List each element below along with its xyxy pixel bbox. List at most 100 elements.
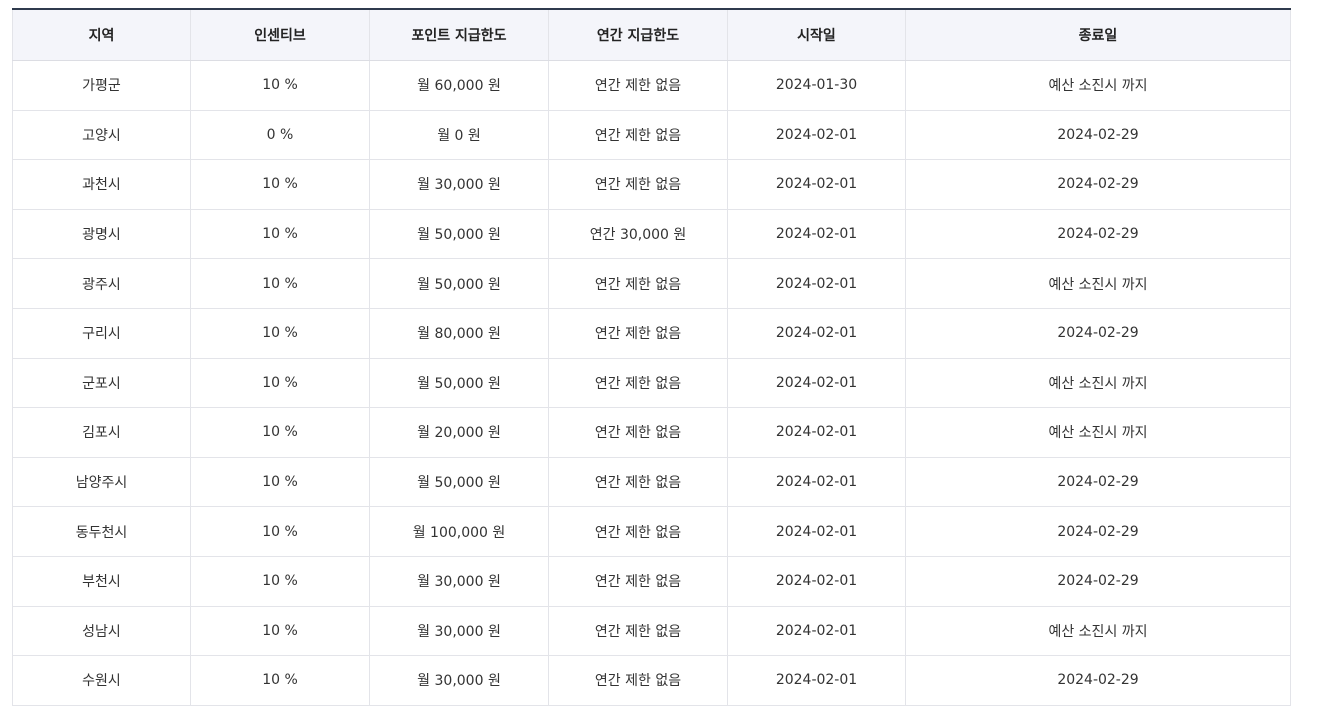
table-row: 동두천시 10 % 월 100,000 원 연간 제한 없음 2024-02-01 202…	[12, 506, 1291, 557]
cell-end-date: 예산 소진시 까지	[905, 258, 1291, 309]
cell-incentive: 10 %	[190, 258, 370, 309]
cell-annual-limit: 연간 제한 없음	[548, 407, 728, 458]
cell-end-date: 예산 소진시 까지	[905, 407, 1291, 458]
cell-region: 광명시	[12, 209, 191, 260]
cell-point-limit: 월 50,000 원	[369, 457, 549, 508]
table-row: 부천시 10 % 월 30,000 원 연간 제한 없음 2024-02-01 2024-…	[12, 556, 1291, 607]
cell-end-date: 예산 소진시 까지	[905, 606, 1291, 657]
cell-region: 광주시	[12, 258, 191, 309]
cell-point-limit: 월 100,000 원	[369, 506, 549, 557]
cell-start-date: 2024-02-01	[727, 457, 906, 508]
cell-region: 동두천시	[12, 506, 191, 557]
cell-point-limit: 월 30,000 원	[369, 606, 549, 657]
cell-region: 가평군	[12, 60, 191, 111]
cell-region: 구리시	[12, 308, 191, 359]
cell-incentive: 10 %	[190, 308, 370, 359]
cell-region: 과천시	[12, 159, 191, 210]
cell-start-date: 2024-02-01	[727, 258, 906, 309]
cell-annual-limit: 연간 제한 없음	[548, 457, 728, 508]
cell-start-date: 2024-02-01	[727, 110, 906, 161]
cell-start-date: 2024-02-01	[727, 159, 906, 210]
table-row: 광주시 10 % 월 50,000 원 연간 제한 없음 2024-02-01 예산 소진…	[12, 258, 1291, 309]
table-header: 지역 인센티브 포인트 지급한도 연간 지급한도 시작일 종료일	[12, 9, 1291, 61]
column-header-end-date: 종료일	[905, 9, 1291, 61]
table-body: 가평군 10 % 월 60,000 원 연간 제한 없음 2024-01-30 예산 소진…	[12, 60, 1291, 706]
cell-annual-limit: 연간 제한 없음	[548, 110, 728, 161]
cell-incentive: 10 %	[190, 358, 370, 409]
table-row: 광명시 10 % 월 50,000 원 연간 30,000 원 2024-02-01 20…	[12, 209, 1291, 260]
cell-start-date: 2024-02-01	[727, 556, 906, 607]
cell-region: 고양시	[12, 110, 191, 161]
cell-point-limit: 월 80,000 원	[369, 308, 549, 359]
cell-incentive: 10 %	[190, 457, 370, 508]
cell-end-date: 2024-02-29	[905, 308, 1291, 359]
table-row: 남양주시 10 % 월 50,000 원 연간 제한 없음 2024-02-01 2024…	[12, 457, 1291, 508]
cell-annual-limit: 연간 제한 없음	[548, 60, 728, 111]
table-row: 고양시 0 % 월 0 원 연간 제한 없음 2024-02-01 2024-02-29	[12, 110, 1291, 161]
cell-end-date: 2024-02-29	[905, 655, 1291, 706]
cell-point-limit: 월 30,000 원	[369, 159, 549, 210]
cell-point-limit: 월 30,000 원	[369, 655, 549, 706]
cell-incentive: 10 %	[190, 606, 370, 657]
table-row: 김포시 10 % 월 20,000 원 연간 제한 없음 2024-02-01 예산 소진…	[12, 407, 1291, 458]
cell-incentive: 10 %	[190, 655, 370, 706]
cell-end-date: 2024-02-29	[905, 209, 1291, 260]
cell-end-date: 2024-02-29	[905, 159, 1291, 210]
cell-point-limit: 월 50,000 원	[369, 209, 549, 260]
cell-end-date: 예산 소진시 까지	[905, 60, 1291, 111]
cell-region: 남양주시	[12, 457, 191, 508]
table-row: 군포시 10 % 월 50,000 원 연간 제한 없음 2024-02-01 예산 소진…	[12, 358, 1291, 409]
cell-start-date: 2024-02-01	[727, 506, 906, 557]
cell-region: 김포시	[12, 407, 191, 458]
cell-point-limit: 월 60,000 원	[369, 60, 549, 111]
cell-point-limit: 월 0 원	[369, 110, 549, 161]
incentive-table: 지역 인센티브 포인트 지급한도 연간 지급한도 시작일 종료일 가평군 10 %…	[12, 8, 1291, 706]
column-header-region: 지역	[12, 9, 191, 61]
cell-start-date: 2024-02-01	[727, 407, 906, 458]
cell-start-date: 2024-02-01	[727, 358, 906, 409]
cell-start-date: 2024-02-01	[727, 308, 906, 359]
cell-annual-limit: 연간 30,000 원	[548, 209, 728, 260]
cell-end-date: 예산 소진시 까지	[905, 358, 1291, 409]
cell-region: 부천시	[12, 556, 191, 607]
cell-annual-limit: 연간 제한 없음	[548, 159, 728, 210]
cell-start-date: 2024-02-01	[727, 209, 906, 260]
cell-annual-limit: 연간 제한 없음	[548, 556, 728, 607]
column-header-point-limit: 포인트 지급한도	[369, 9, 549, 61]
cell-end-date: 2024-02-29	[905, 457, 1291, 508]
cell-incentive: 10 %	[190, 159, 370, 210]
cell-incentive: 10 %	[190, 407, 370, 458]
table-row: 과천시 10 % 월 30,000 원 연간 제한 없음 2024-02-01 2024-…	[12, 159, 1291, 210]
table-row: 구리시 10 % 월 80,000 원 연간 제한 없음 2024-02-01 2024-…	[12, 308, 1291, 359]
cell-start-date: 2024-02-01	[727, 655, 906, 706]
cell-region: 군포시	[12, 358, 191, 409]
cell-annual-limit: 연간 제한 없음	[548, 258, 728, 309]
incentive-table-container: 지역 인센티브 포인트 지급한도 연간 지급한도 시작일 종료일 가평군 10 %…	[12, 8, 1291, 706]
cell-end-date: 2024-02-29	[905, 110, 1291, 161]
cell-end-date: 2024-02-29	[905, 506, 1291, 557]
cell-incentive: 10 %	[190, 556, 370, 607]
cell-annual-limit: 연간 제한 없음	[548, 655, 728, 706]
cell-point-limit: 월 50,000 원	[369, 258, 549, 309]
cell-point-limit: 월 50,000 원	[369, 358, 549, 409]
cell-start-date: 2024-02-01	[727, 606, 906, 657]
table-row: 수원시 10 % 월 30,000 원 연간 제한 없음 2024-02-01 2024-…	[12, 655, 1291, 706]
column-header-start-date: 시작일	[727, 9, 906, 61]
cell-annual-limit: 연간 제한 없음	[548, 606, 728, 657]
column-header-incentive: 인센티브	[190, 9, 370, 61]
cell-end-date: 2024-02-29	[905, 556, 1291, 607]
cell-incentive: 0 %	[190, 110, 370, 161]
cell-region: 수원시	[12, 655, 191, 706]
table-header-row: 지역 인센티브 포인트 지급한도 연간 지급한도 시작일 종료일	[12, 9, 1291, 61]
cell-point-limit: 월 30,000 원	[369, 556, 549, 607]
cell-region: 성남시	[12, 606, 191, 657]
cell-annual-limit: 연간 제한 없음	[548, 506, 728, 557]
cell-point-limit: 월 20,000 원	[369, 407, 549, 458]
cell-incentive: 10 %	[190, 60, 370, 111]
cell-incentive: 10 %	[190, 209, 370, 260]
cell-start-date: 2024-01-30	[727, 60, 906, 111]
cell-incentive: 10 %	[190, 506, 370, 557]
table-row: 가평군 10 % 월 60,000 원 연간 제한 없음 2024-01-30 예산 소진…	[12, 60, 1291, 111]
column-header-annual-limit: 연간 지급한도	[548, 9, 728, 61]
cell-annual-limit: 연간 제한 없음	[548, 358, 728, 409]
